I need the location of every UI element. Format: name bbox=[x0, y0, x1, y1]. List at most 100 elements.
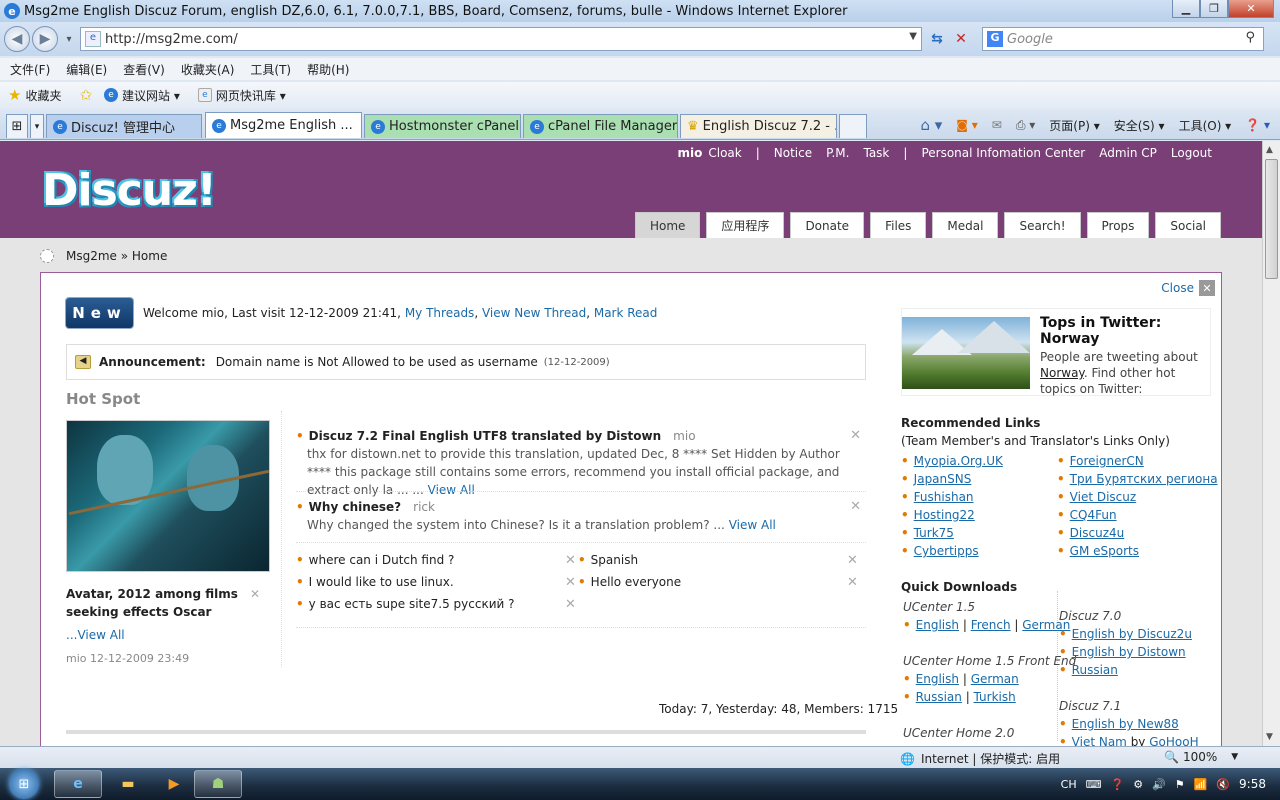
favorites-button[interactable]: ★ 收藏夹 bbox=[8, 86, 61, 104]
small-topic[interactable]: • where can i Dutch find ? bbox=[296, 553, 454, 567]
nav-home[interactable]: Home bbox=[634, 212, 701, 238]
recommended-link[interactable]: Viet Discuz bbox=[1070, 490, 1137, 504]
download-link[interactable]: English bbox=[916, 672, 959, 686]
tools-menu[interactable]: 工具(O) ▾ bbox=[1179, 117, 1232, 134]
mark-read-link[interactable]: Mark Read bbox=[594, 306, 658, 320]
download-link[interactable]: English bbox=[916, 618, 959, 632]
breadcrumb-text[interactable]: Msg2me » Home bbox=[66, 249, 167, 263]
task-link[interactable]: Task bbox=[863, 146, 889, 160]
safety-menu[interactable]: 安全(S) ▾ bbox=[1114, 117, 1165, 134]
menu-edit[interactable]: 编辑(E) bbox=[66, 61, 107, 78]
keyboard-icon[interactable]: ⌨ bbox=[1086, 778, 1102, 791]
close-link[interactable]: Close bbox=[1161, 281, 1194, 295]
featured-caption[interactable]: Avatar, 2012 among films seeking effects… bbox=[66, 585, 260, 621]
nav-apps[interactable]: 应用程序 bbox=[706, 212, 785, 238]
featured-title[interactable]: Avatar, 2012 among films seeking effects… bbox=[66, 587, 238, 619]
download-link[interactable]: Turkish bbox=[974, 690, 1016, 704]
page-scrollbar[interactable]: ▲ ▼ bbox=[1262, 141, 1280, 746]
history-dropdown-icon[interactable]: ▾ bbox=[58, 27, 80, 51]
print-icon[interactable]: ⎙ ▾ bbox=[1016, 118, 1035, 133]
small-topic[interactable]: • Hello everyone bbox=[578, 575, 681, 589]
notice-link[interactable]: Notice bbox=[774, 146, 812, 160]
small-topic[interactable]: • Spanish bbox=[578, 553, 638, 567]
download-link[interactable]: Russian bbox=[916, 690, 962, 704]
logout-link[interactable]: Logout bbox=[1171, 146, 1212, 160]
home-icon[interactable]: ⌂ ▾ bbox=[920, 116, 942, 134]
mail-icon[interactable]: ✉ bbox=[992, 118, 1002, 132]
download-link[interactable]: Russian bbox=[1072, 663, 1118, 677]
recommended-link[interactable]: Discuz4u bbox=[1070, 526, 1125, 540]
view-all-link[interactable]: View All bbox=[729, 518, 776, 532]
start-button[interactable]: ⊞ bbox=[4, 768, 44, 800]
topic-author[interactable]: rick bbox=[413, 500, 435, 514]
taskbar-app[interactable]: ☗ bbox=[194, 770, 242, 798]
nav-files[interactable]: Files bbox=[870, 212, 927, 238]
recommended-link[interactable]: Cybertipps bbox=[914, 544, 979, 558]
scroll-up-icon[interactable]: ▲ bbox=[1266, 145, 1273, 155]
close-icon[interactable]: ✕ bbox=[565, 553, 576, 568]
close-icon[interactable]: ✕ bbox=[850, 427, 861, 445]
featured-view-all[interactable]: ...View All bbox=[66, 628, 125, 642]
nav-donate[interactable]: Donate bbox=[790, 212, 865, 238]
personal-center-link[interactable]: Personal Infomation Center bbox=[921, 146, 1085, 160]
add-favorite-button[interactable]: ✩ bbox=[79, 86, 96, 104]
small-topic-title[interactable]: Spanish bbox=[591, 553, 638, 567]
forward-button[interactable]: ▶ bbox=[32, 26, 58, 52]
download-link[interactable]: English by New88 bbox=[1072, 717, 1179, 731]
tab-hostmonster[interactable]: e Hostmonster cPanel ... bbox=[364, 114, 521, 138]
recommended-link[interactable]: Fushishan bbox=[914, 490, 974, 504]
download-link[interactable]: English by Discuz2u bbox=[1072, 627, 1192, 641]
recommended-link[interactable]: Turk75 bbox=[914, 526, 954, 540]
clock[interactable]: 9:58 bbox=[1239, 777, 1266, 791]
author-link[interactable]: GoHooH bbox=[1149, 735, 1198, 746]
close-icon[interactable]: ✕ bbox=[847, 575, 858, 590]
scroll-down-icon[interactable]: ▼ bbox=[1266, 732, 1273, 742]
tab-discuz-admin[interactable]: e Discuz! 管理中心 bbox=[46, 114, 202, 138]
maximize-button[interactable]: ❐ bbox=[1200, 0, 1228, 18]
volume-muted-icon[interactable]: 🔇 bbox=[1216, 778, 1230, 791]
norway-image[interactable] bbox=[902, 317, 1030, 389]
recommended-link[interactable]: ForeignerCN bbox=[1070, 454, 1144, 468]
small-topic[interactable]: • I would like to use linux. bbox=[296, 575, 454, 589]
scroll-thumb[interactable] bbox=[1265, 159, 1278, 279]
back-button[interactable]: ◀ bbox=[4, 26, 30, 52]
search-icon[interactable]: ⚲ bbox=[1245, 30, 1255, 45]
help-icon[interactable]: ❓ ▾ bbox=[1245, 118, 1270, 132]
help-icon[interactable]: ❓ bbox=[1110, 778, 1124, 791]
menu-help[interactable]: 帮助(H) bbox=[307, 61, 349, 78]
settings-icon[interactable]: ⚙ bbox=[1133, 778, 1143, 791]
nav-social[interactable]: Social bbox=[1155, 212, 1221, 238]
panel-close-button[interactable]: Close ✕ bbox=[1161, 280, 1215, 296]
suggested-sites-link[interactable]: e 建议网站 ▾ bbox=[104, 87, 180, 104]
twitter-link[interactable]: Norway bbox=[1040, 366, 1084, 380]
recommended-link[interactable]: Hosting22 bbox=[914, 508, 975, 522]
menu-favorites[interactable]: 收藏夹(A) bbox=[181, 61, 235, 78]
close-icon[interactable]: ✕ bbox=[847, 553, 858, 568]
new-tab-button[interactable] bbox=[839, 114, 867, 138]
view-all-link[interactable]: ...View All bbox=[66, 628, 125, 642]
minimize-button[interactable]: ▁ bbox=[1172, 0, 1200, 18]
topic-author[interactable]: mio bbox=[673, 429, 695, 443]
close-window-button[interactable]: ✕ bbox=[1228, 0, 1274, 18]
featured-image[interactable] bbox=[66, 420, 270, 572]
announcement-text[interactable]: Domain name is Not Allowed to be used as… bbox=[216, 355, 538, 369]
security-zone[interactable]: 🌐 Internet | 保护模式: 启用 bbox=[900, 750, 1060, 767]
recommended-link[interactable]: CQ4Fun bbox=[1070, 508, 1117, 522]
recommended-link[interactable]: GM eSports bbox=[1070, 544, 1139, 558]
stop-button[interactable]: ✕ bbox=[950, 27, 972, 51]
close-icon[interactable]: ✕ bbox=[565, 597, 576, 612]
close-icon[interactable]: ✕ bbox=[1199, 280, 1215, 296]
quick-tabs-button[interactable]: ⊞ bbox=[6, 114, 28, 138]
site-logo[interactable]: Discuz! bbox=[42, 165, 217, 216]
small-topic-title[interactable]: where can i Dutch find ? bbox=[309, 553, 455, 567]
pm-link[interactable]: P.M. bbox=[826, 146, 849, 160]
menu-tools[interactable]: 工具(T) bbox=[250, 61, 291, 78]
menu-view[interactable]: 查看(V) bbox=[123, 61, 165, 78]
topic-title[interactable]: Discuz 7.2 Final English UTF8 translated… bbox=[309, 429, 662, 443]
download-link[interactable]: German bbox=[971, 672, 1019, 686]
topic-title[interactable]: Why chinese? bbox=[309, 500, 401, 514]
small-topic-title[interactable]: I would like to use linux. bbox=[309, 575, 454, 589]
page-menu[interactable]: 页面(P) ▾ bbox=[1049, 117, 1099, 134]
twitter-title[interactable]: Tops in Twitter: Norway bbox=[1040, 315, 1208, 347]
search-input[interactable]: G Google ⚲ bbox=[982, 27, 1264, 51]
